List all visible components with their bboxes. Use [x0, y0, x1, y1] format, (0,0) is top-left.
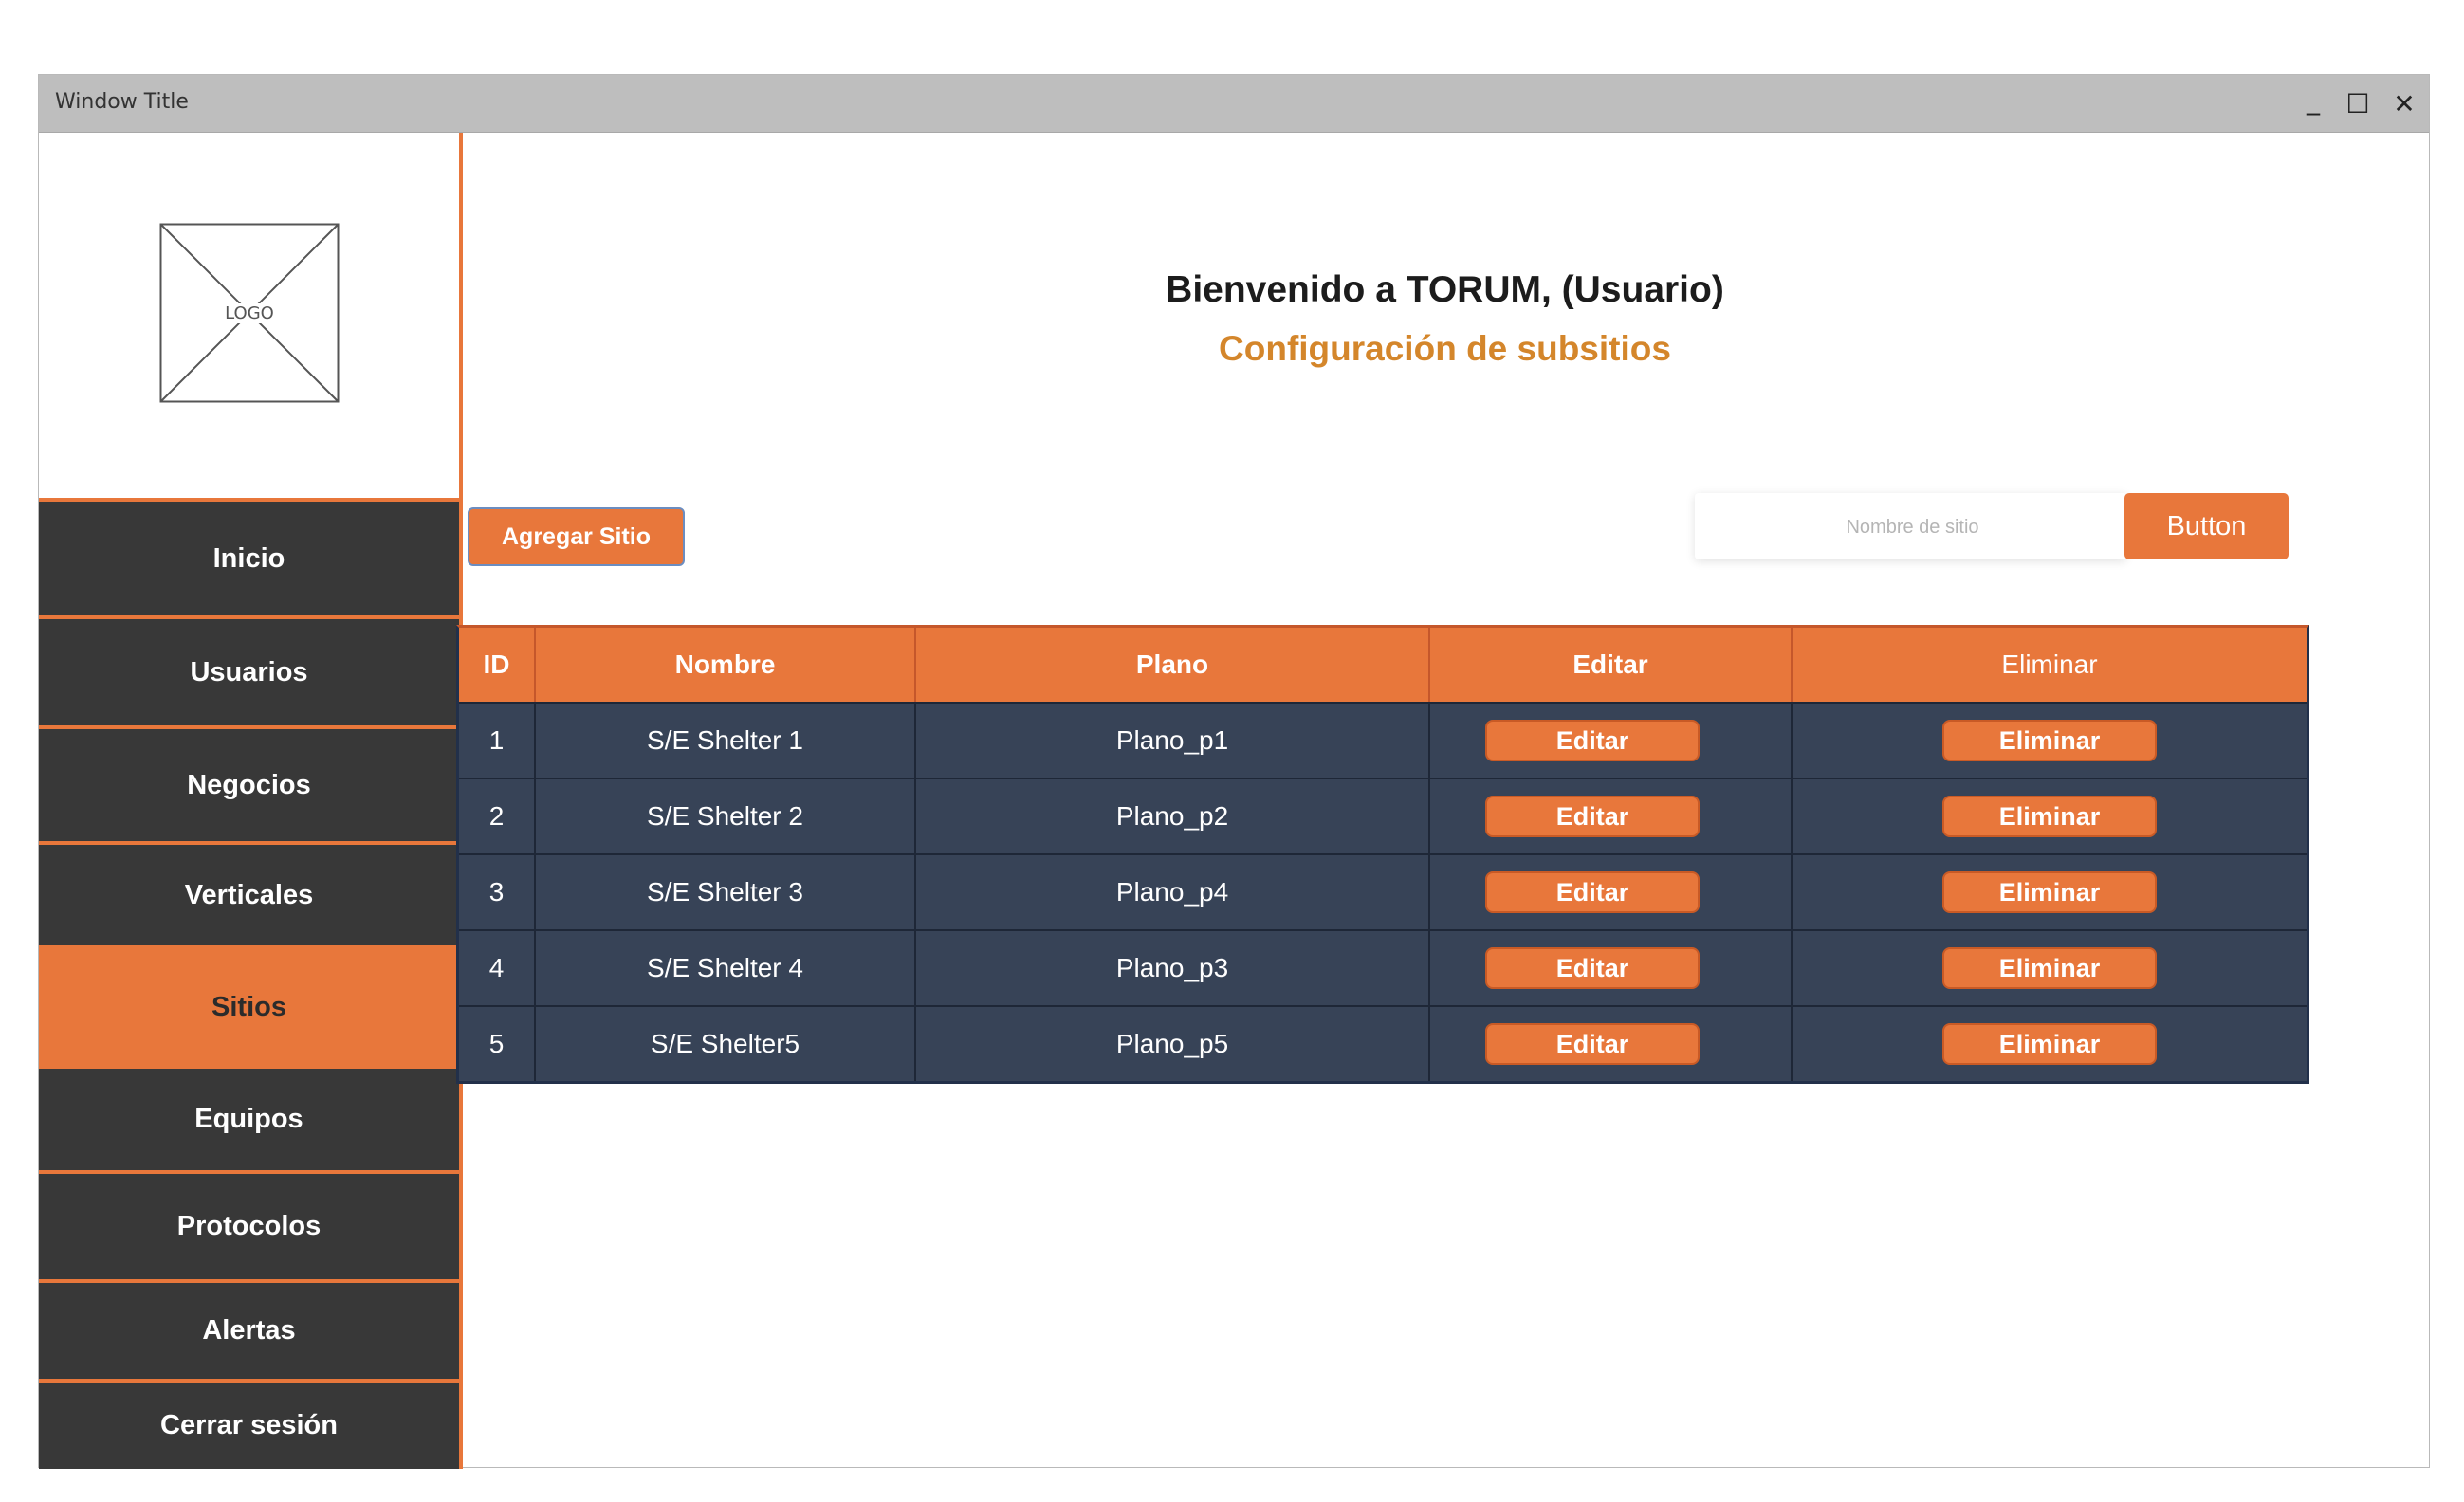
sidebar-item-label: Verticales [184, 879, 314, 910]
cell-plano: Plano_p2 [916, 779, 1430, 853]
cell-id: 5 [459, 1007, 536, 1081]
cell-eliminar: Eliminar [1793, 1007, 2307, 1081]
sidebar-item-label: Cerrar sesión [160, 1410, 338, 1440]
sidebar-item-label: Alertas [202, 1315, 296, 1346]
column-header-plano: Plano [916, 628, 1430, 702]
delete-button[interactable]: Eliminar [1942, 720, 2157, 761]
sidebar-item-label: Protocolos [176, 1211, 322, 1241]
table-row: 1 S/E Shelter 1 Plano_p1 Editar Eliminar [459, 702, 2307, 778]
edit-button[interactable]: Editar [1485, 871, 1700, 913]
cell-id: 1 [459, 704, 536, 778]
page-subtitle: Configuración de subsitios [1219, 329, 1671, 368]
sites-table: ID Nombre Plano Editar Eliminar 1 S/E Sh… [456, 625, 2309, 1084]
logo-text: LOGO [223, 302, 276, 323]
sidebar-item-inicio[interactable]: Inicio [39, 502, 459, 619]
delete-button[interactable]: Eliminar [1942, 947, 2157, 989]
sidebar-item-label: Negocios [187, 769, 311, 800]
table-row: 2 S/E Shelter 2 Plano_p2 Editar Eliminar [459, 778, 2307, 853]
title-bar[interactable]: Window Title _ ☐ ✕ [39, 75, 2429, 133]
cell-eliminar: Eliminar [1793, 704, 2307, 778]
sidebar-item-label: Equipos [194, 1104, 303, 1134]
cell-plano: Plano_p3 [916, 931, 1430, 1005]
sidebar: LOGO Inicio Usuarios Negocios Verticales… [39, 133, 463, 1469]
sidebar-item-label: Sitios [211, 991, 286, 1022]
search-button[interactable]: Button [2124, 493, 2289, 559]
column-header-nombre: Nombre [536, 628, 916, 702]
table-row: 4 S/E Shelter 4 Plano_p3 Editar Eliminar [459, 929, 2307, 1005]
sidebar-item-protocolos[interactable]: Protocolos [39, 1174, 459, 1283]
sidebar-item-negocios[interactable]: Negocios [39, 729, 459, 845]
cell-nombre: S/E Shelter 2 [536, 779, 916, 853]
cell-editar: Editar [1430, 704, 1793, 778]
cell-editar: Editar [1430, 1007, 1793, 1081]
sidebar-item-verticales[interactable]: Verticales [39, 845, 459, 949]
cell-eliminar: Eliminar [1793, 779, 2307, 853]
column-header-id: ID [459, 628, 536, 702]
edit-button[interactable]: Editar [1485, 796, 1700, 837]
cell-id: 2 [459, 779, 536, 853]
logo-placeholder-icon: LOGO [159, 223, 340, 403]
cell-plano: Plano_p4 [916, 855, 1430, 929]
cell-nombre: S/E Shelter 4 [536, 931, 916, 1005]
delete-button[interactable]: Eliminar [1942, 796, 2157, 837]
sidebar-item-label: Usuarios [190, 656, 308, 687]
cell-plano: Plano_p5 [916, 1007, 1430, 1081]
welcome-heading: Bienvenido a TORUM, (Usuario) [1166, 269, 1724, 310]
delete-button[interactable]: Eliminar [1942, 871, 2157, 913]
edit-button[interactable]: Editar [1485, 720, 1700, 761]
table-header-row: ID Nombre Plano Editar Eliminar [459, 628, 2307, 702]
logo-area: LOGO [39, 133, 459, 502]
cell-editar: Editar [1430, 855, 1793, 929]
cell-nombre: S/E Shelter 1 [536, 704, 916, 778]
cell-id: 4 [459, 931, 536, 1005]
cell-nombre: S/E Shelter5 [536, 1007, 916, 1081]
sidebar-item-equipos[interactable]: Equipos [39, 1069, 459, 1174]
cell-id: 3 [459, 855, 536, 929]
edit-button[interactable]: Editar [1485, 947, 1700, 989]
maximize-icon[interactable]: ☐ [2339, 84, 2377, 122]
add-site-button[interactable]: Agregar Sitio [468, 507, 685, 566]
window-title: Window Title [55, 90, 189, 114]
sidebar-item-sitios[interactable]: Sitios [39, 949, 459, 1069]
column-header-editar: Editar [1430, 628, 1793, 702]
site-name-search-input[interactable] [1695, 493, 2130, 561]
search-box [1695, 493, 2130, 561]
cell-eliminar: Eliminar [1793, 931, 2307, 1005]
column-header-eliminar: Eliminar [2001, 650, 2098, 679]
close-icon[interactable]: ✕ [2385, 84, 2423, 122]
table-row: 3 S/E Shelter 3 Plano_p4 Editar Eliminar [459, 853, 2307, 929]
edit-button[interactable]: Editar [1485, 1023, 1700, 1065]
cell-editar: Editar [1430, 931, 1793, 1005]
sidebar-item-alertas[interactable]: Alertas [39, 1283, 459, 1383]
delete-button[interactable]: Eliminar [1942, 1023, 2157, 1065]
minimize-icon[interactable]: _ [2294, 81, 2332, 119]
sidebar-item-label: Inicio [212, 542, 285, 574]
cell-editar: Editar [1430, 779, 1793, 853]
table-row: 5 S/E Shelter5 Plano_p5 Editar Eliminar [459, 1005, 2307, 1081]
sidebar-item-usuarios[interactable]: Usuarios [39, 619, 459, 729]
cell-nombre: S/E Shelter 3 [536, 855, 916, 929]
cell-eliminar: Eliminar [1793, 855, 2307, 929]
cell-plano: Plano_p1 [916, 704, 1430, 778]
sidebar-item-cerrar-sesion[interactable]: Cerrar sesión [39, 1383, 459, 1469]
